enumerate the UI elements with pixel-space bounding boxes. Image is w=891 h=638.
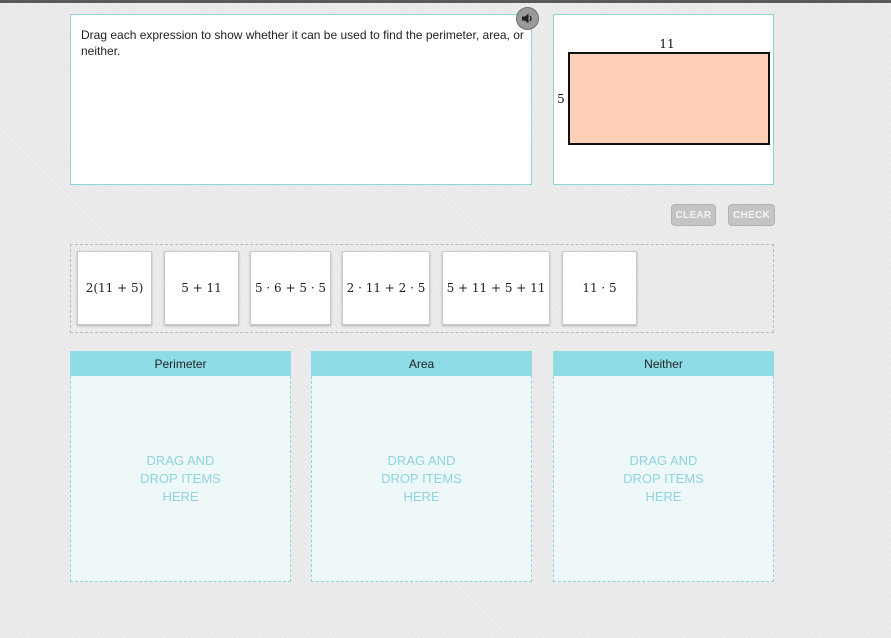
- top-bar: [0, 0, 891, 3]
- rectangle-figure: 11 5: [557, 37, 770, 145]
- zone-placeholder: DRAG AND DROP ITEMS HERE: [140, 453, 221, 504]
- drop-zone-area[interactable]: Area DRAG AND DROP ITEMS HERE: [311, 351, 532, 582]
- expression-tile[interactable]: 5 + 11 + 5 + 11: [442, 251, 550, 325]
- audio-button[interactable]: [516, 7, 539, 30]
- expression-tile[interactable]: 2 · 11 + 2 · 5: [342, 251, 430, 325]
- zone-header: Neither: [553, 351, 774, 376]
- width-label: 11: [659, 37, 674, 51]
- drop-zone-perimeter[interactable]: Perimeter DRAG AND DROP ITEMS HERE: [70, 351, 291, 582]
- check-button[interactable]: CHECK: [728, 204, 775, 226]
- expression-tile[interactable]: 11 · 5: [562, 251, 637, 325]
- expression-tile[interactable]: 5 + 11: [164, 251, 239, 325]
- question-panel: Drag each expression to show whether it …: [70, 14, 532, 185]
- height-label: 5: [557, 92, 565, 106]
- rectangle-shape: [568, 52, 770, 145]
- zone-placeholder: DRAG AND DROP ITEMS HERE: [623, 453, 704, 504]
- clear-button[interactable]: CLEAR: [671, 204, 716, 226]
- expression-tile[interactable]: 2(11 + 5): [77, 251, 152, 325]
- expression-tile[interactable]: 5 · 6 + 5 · 5: [250, 251, 331, 325]
- question-prompt: Drag each expression to show whether it …: [81, 28, 524, 58]
- speaker-icon: [522, 13, 532, 24]
- zone-header: Perimeter: [70, 351, 291, 376]
- zone-placeholder: DRAG AND DROP ITEMS HERE: [381, 453, 462, 504]
- zone-header: Area: [311, 351, 532, 376]
- figure-panel: 11 5: [553, 14, 774, 185]
- drop-zone-neither[interactable]: Neither DRAG AND DROP ITEMS HERE: [553, 351, 774, 582]
